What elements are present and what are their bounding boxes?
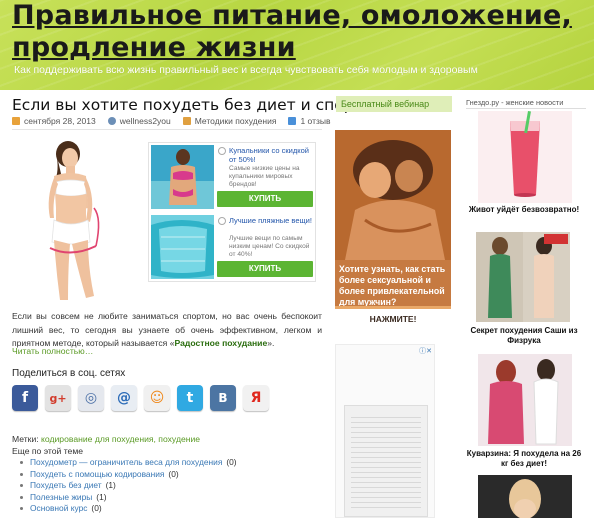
site-header: Правильное питание, омоложение, продлени… — [0, 0, 594, 90]
news-widget-title[interactable]: Гнездо.ру - женские новости — [466, 98, 563, 107]
twitter-glyph: t — [186, 390, 194, 406]
list-item: Полезные жиры (1) — [20, 492, 237, 504]
list-item: Похудометр — ограничитель веса для похуд… — [20, 457, 237, 469]
folder-icon — [182, 117, 191, 125]
yandex-glyph: Я — [250, 390, 262, 406]
post-excerpt: Если вы совсем не любите заниматься спор… — [12, 310, 322, 351]
post-date-text: сентября 28, 2013 — [24, 116, 96, 126]
ad-text: Самые низкие цены на купальники мировых … — [229, 165, 300, 188]
ad-unit[interactable]: Купальники со скидкой от 50%! Самые низк… — [148, 142, 316, 282]
post-image — [16, 138, 128, 304]
tags-links[interactable]: кодирование для похудения, похудение — [41, 434, 200, 444]
related-link[interactable]: Похудеть с помощью кодирования — [30, 469, 164, 481]
list-item: Основной курс (0) — [20, 503, 237, 515]
news-image-fizruk[interactable] — [476, 232, 570, 322]
twitter-icon[interactable]: t — [177, 385, 203, 411]
ad-choices-icon[interactable]: ⓘ✕ — [419, 346, 432, 356]
related-list: Похудометр — ограничитель веса для похуд… — [20, 457, 237, 515]
ad-title[interactable]: Купальники со скидкой от 50%! — [229, 146, 313, 164]
divider — [466, 108, 586, 109]
news-image-kuvarzina[interactable] — [478, 354, 572, 446]
news-caption[interactable]: Живот уйдёт безвозвратно! — [464, 205, 584, 215]
share-title: Поделиться в соц. сетях — [12, 368, 126, 379]
webinar-ad-button[interactable]: НАЖМИТЕ! — [335, 306, 451, 326]
news-caption[interactable]: Куварзина: Я похудела на 26 кг без диет! — [464, 449, 584, 469]
mail-icon[interactable]: @ — [111, 385, 137, 411]
google-plus-glyph: g+ — [49, 391, 67, 405]
read-more-link[interactable]: Читать полностью… — [12, 346, 93, 356]
odnoklassniki-glyph: ☺ — [149, 390, 165, 406]
ad-info-icon — [218, 217, 226, 225]
post-category[interactable]: Методики похудения — [182, 116, 277, 126]
post-comments-text[interactable]: 1 отзыв — [300, 116, 330, 126]
news-image-smoothie[interactable] — [478, 111, 572, 203]
myspace-glyph: ◎ — [84, 390, 98, 406]
related-count: (1) — [96, 491, 107, 502]
post-author[interactable]: wellness2you — [107, 116, 171, 126]
related-link[interactable]: Полезные жиры — [30, 492, 92, 504]
ad-item-beachwear[interactable]: Лучшие пляжные вещи! Лучшие вещи по самы… — [149, 213, 317, 281]
bullet-icon — [20, 495, 23, 499]
bullet-icon — [20, 472, 23, 476]
webinar-ad-text: Хотите узнать, как стать более сексуальн… — [339, 264, 446, 307]
ad-info-icon — [218, 147, 226, 155]
site-description: Как поддерживать всю жизнь правильный ве… — [14, 64, 478, 76]
post-tags: Метки: кодирование для похудения, похуде… — [12, 434, 200, 444]
user-icon — [107, 117, 116, 125]
ad-placeholder[interactable]: ⓘ✕ — [335, 344, 435, 518]
ad-beachwear-image — [151, 215, 214, 279]
ad-item-swimsuits[interactable]: Купальники со скидкой от 50%! Самые низк… — [149, 143, 317, 211]
webinar-widget-title: Бесплатный вебинар — [336, 96, 452, 112]
bullet-icon — [20, 461, 23, 465]
post-date: сентября 28, 2013 — [12, 116, 96, 126]
ad-buy-button[interactable]: КУПИТЬ — [217, 191, 313, 207]
excerpt-link[interactable]: Радостное похудание — [175, 338, 268, 348]
vkontakte-glyph: B — [218, 391, 228, 405]
bullet-icon — [20, 507, 23, 511]
ad-swimsuit-image — [151, 145, 214, 209]
related-heading: Еще по этой теме — [12, 446, 84, 456]
comment-icon — [288, 117, 297, 125]
post-meta: сентября 28, 2013 wellness2you Методики … — [12, 116, 330, 126]
myspace-icon[interactable]: ◎ — [78, 385, 104, 411]
tags-label: Метки: — [12, 434, 39, 444]
google-plus-icon[interactable]: g+ — [45, 385, 71, 411]
post-comments[interactable]: 1 отзыв — [288, 116, 330, 126]
facebook-icon[interactable]: f — [12, 385, 38, 411]
paper-image — [344, 405, 428, 517]
ad-text: Лучшие вещи по самым низким ценам! Со ск… — [229, 235, 310, 258]
ad-title[interactable]: Лучшие пляжные вещи! — [229, 216, 313, 225]
vkontakte-icon[interactable]: B — [210, 385, 236, 411]
mail-glyph: @ — [117, 390, 131, 406]
news-image-next[interactable] — [478, 475, 572, 518]
list-item: Похудеть с помощью кодирования (0) — [20, 469, 237, 481]
related-count: (0) — [168, 468, 179, 479]
divider — [12, 129, 322, 130]
calendar-icon — [12, 117, 20, 125]
ad-buy-button[interactable]: КУПИТЬ — [217, 261, 313, 277]
news-caption[interactable]: Секрет похудения Саши из Физрука — [464, 326, 584, 346]
related-link[interactable]: Похудеть без диет — [30, 480, 102, 492]
post-author-text[interactable]: wellness2you — [120, 116, 171, 126]
webinar-ad-image — [335, 130, 451, 260]
post-title[interactable]: Если вы хотите похудеть без диет и спорт… — [12, 96, 372, 114]
related-count: (0) — [226, 457, 237, 467]
site-title[interactable]: Правильное питание, омоложение, продлени… — [12, 0, 587, 64]
share-buttons: f g+ ◎ @ ☺ t B Я — [12, 385, 269, 411]
yandex-icon[interactable]: Я — [243, 385, 269, 411]
excerpt-end: ». — [267, 338, 275, 348]
list-item: Похудеть без диет (1) — [20, 480, 237, 492]
related-link[interactable]: Основной курс — [30, 503, 87, 515]
excerpt-text: Если вы совсем не любите заниматься спор… — [12, 311, 322, 348]
related-count: (1) — [105, 480, 116, 490]
webinar-ad[interactable]: Хотите узнать, как стать более сексуальн… — [335, 130, 451, 326]
post-category-text[interactable]: Методики похудения — [195, 116, 277, 126]
related-link[interactable]: Похудометр — ограничитель веса для похуд… — [30, 457, 222, 469]
related-count: (0) — [91, 503, 102, 513]
odnoklassniki-icon[interactable]: ☺ — [144, 385, 170, 411]
facebook-glyph: f — [21, 390, 29, 406]
bullet-icon — [20, 484, 23, 488]
